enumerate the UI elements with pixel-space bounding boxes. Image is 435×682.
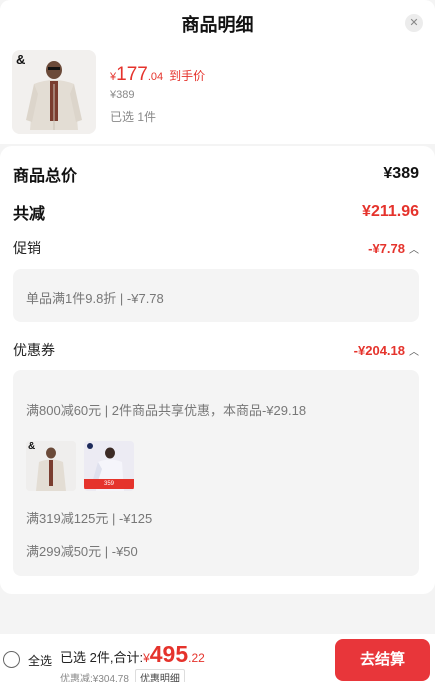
brand-logo: & (16, 52, 26, 67)
coupon-product-thumb-2[interactable]: 359 (84, 441, 134, 491)
brand-logo: & (28, 441, 36, 452)
coupon-value: -¥204.18 (353, 342, 405, 358)
discount-row: 共减 ¥211.96 (13, 200, 419, 224)
promotion-value: -¥7.78 (368, 240, 405, 256)
coupon-detail-3: 满299减50元 | -¥50 (26, 544, 138, 559)
promotion-label: 促销 (13, 240, 41, 256)
sheet-header: 商品明细 ✕ (0, 0, 435, 44)
price-breakdown-card: 商品总价 ¥389 共减 ¥211.96 促销 -¥7.78 ︿ 单品满1件9.… (0, 146, 435, 594)
discount-detail-link[interactable]: 优惠明细 (134, 669, 185, 682)
discount-text: 优惠减:¥304.78 (60, 674, 129, 682)
chevron-up-icon[interactable]: ︿ (409, 241, 419, 256)
chevron-up-icon[interactable]: ︿ (409, 343, 419, 358)
promotion-detail: 单品满1件9.8折 | -¥7.78 (26, 291, 164, 306)
coupon-row[interactable]: 优惠券 -¥204.18 ︿ (13, 340, 419, 360)
price-badge: 359 (84, 479, 134, 489)
total-label: 商品总价 (13, 168, 78, 185)
promotion-row[interactable]: 促销 -¥7.78 ︿ (13, 238, 419, 258)
discount-summary: 优惠减:¥304.78 优惠明细 (60, 669, 185, 682)
total-value: ¥389 (383, 165, 419, 182)
original-price: ¥389 (110, 89, 135, 101)
product-detail-sheet: 商品明细 ✕ & ¥177.04 到手价 ¥389 已选 1件 商品总价 ¥38… (0, 0, 435, 682)
product-summary: & ¥177.04 到手价 ¥389 已选 1件 (0, 44, 435, 144)
close-icon[interactable]: ✕ (405, 14, 423, 32)
discount-value: ¥211.96 (362, 203, 419, 220)
promotion-detail-box: 单品满1件9.8折 | -¥7.78 (13, 269, 419, 322)
final-price: ¥177.04 到手价 (110, 64, 206, 85)
total-amount: 495 (149, 641, 189, 667)
coupon-detail-box: 满800减60元 | 2件商品共享优惠，本商品-¥29.18 & 359 满31… (13, 370, 419, 576)
product-image[interactable]: & (12, 50, 96, 134)
coupon-label: 优惠券 (13, 342, 55, 358)
sheet-title: 商品明细 (181, 15, 254, 35)
checkout-button[interactable]: 去结算 (335, 639, 430, 681)
price-tag: 到手价 (169, 69, 206, 83)
selected-count: 已选 1件 (110, 110, 157, 124)
coupon-product-thumb-1[interactable]: & (26, 441, 76, 491)
total-summary: 已选 2件,合计:¥495.22 (60, 641, 205, 667)
coupon-detail-2: 满319减125元 | -¥125 (26, 511, 153, 526)
select-all-checkbox[interactable] (3, 651, 20, 668)
select-all-label[interactable]: 全选 (28, 652, 52, 669)
discount-label: 共减 (13, 206, 46, 223)
total-row: 商品总价 ¥389 (13, 162, 419, 186)
selected-total-label: 已选 2件,合计: (60, 650, 144, 665)
coupon-detail-1: 满800减60元 | 2件商品共享优惠，本商品-¥29.18 (26, 403, 307, 418)
bottom-bar: 全选 已选 2件,合计:¥495.22 优惠减:¥304.78 优惠明细 去结算 (0, 634, 435, 682)
